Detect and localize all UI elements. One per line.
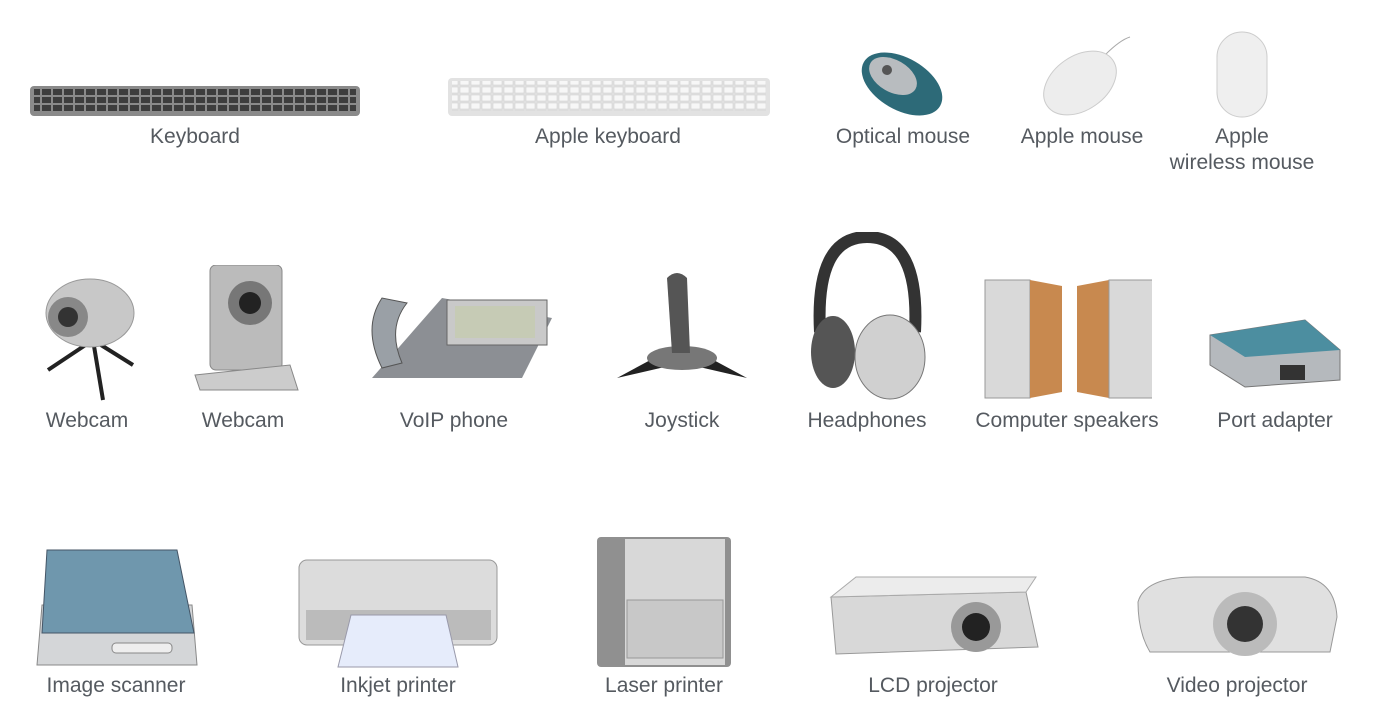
- label-webcam-2: Webcam: [201, 409, 285, 432]
- apple-mouse-icon: [1043, 36, 1131, 116]
- label-port-adapter: Port adapter: [1217, 409, 1333, 432]
- label-apple-mouse: Apple mouse: [1020, 125, 1144, 148]
- apple-keyboard-icon: [448, 78, 770, 116]
- label-line-2: wireless mouse: [1169, 151, 1315, 174]
- label-computer-speakers: Computer speakers: [975, 409, 1159, 432]
- voip-phone-icon: [371, 297, 552, 378]
- label-inkjet-printer: Inkjet printer: [340, 674, 456, 697]
- label-line-1: Apple: [1215, 125, 1269, 148]
- apple-wireless-mouse-icon: [1216, 31, 1268, 118]
- computer-speakers-icon: [984, 279, 1152, 399]
- optical-mouse-icon: [861, 52, 943, 116]
- label-lcd-projector: LCD projector: [868, 674, 998, 697]
- label-optical-mouse: Optical mouse: [835, 125, 971, 148]
- webcam-icon: [45, 278, 135, 401]
- lcd-projector-icon: [829, 576, 1039, 655]
- keyboard-icon: [30, 86, 360, 116]
- video-projector-icon: [1137, 576, 1338, 656]
- label-webcam-1: Webcam: [45, 409, 129, 432]
- label-voip-phone: VoIP phone: [399, 409, 509, 432]
- image-scanner-icon: [36, 549, 198, 666]
- label-joystick: Joystick: [644, 409, 720, 432]
- label-laser-printer: Laser printer: [605, 674, 723, 697]
- webcam-icon: [194, 265, 299, 391]
- laser-printer-icon: [597, 537, 731, 667]
- headphones-icon: [811, 232, 926, 400]
- port-adapter-icon: [1209, 319, 1341, 388]
- inkjet-printer-icon: [298, 559, 498, 668]
- joystick-icon: [617, 273, 747, 378]
- label-apple-wireless-mouse: Apple wireless mouse: [1170, 124, 1315, 176]
- label-video-projector: Video projector: [1166, 674, 1308, 697]
- label-image-scanner: Image scanner: [46, 674, 186, 697]
- label-apple-keyboard: Apple keyboard: [535, 125, 681, 148]
- label-keyboard: Keyboard: [150, 125, 240, 148]
- label-headphones: Headphones: [807, 409, 927, 432]
